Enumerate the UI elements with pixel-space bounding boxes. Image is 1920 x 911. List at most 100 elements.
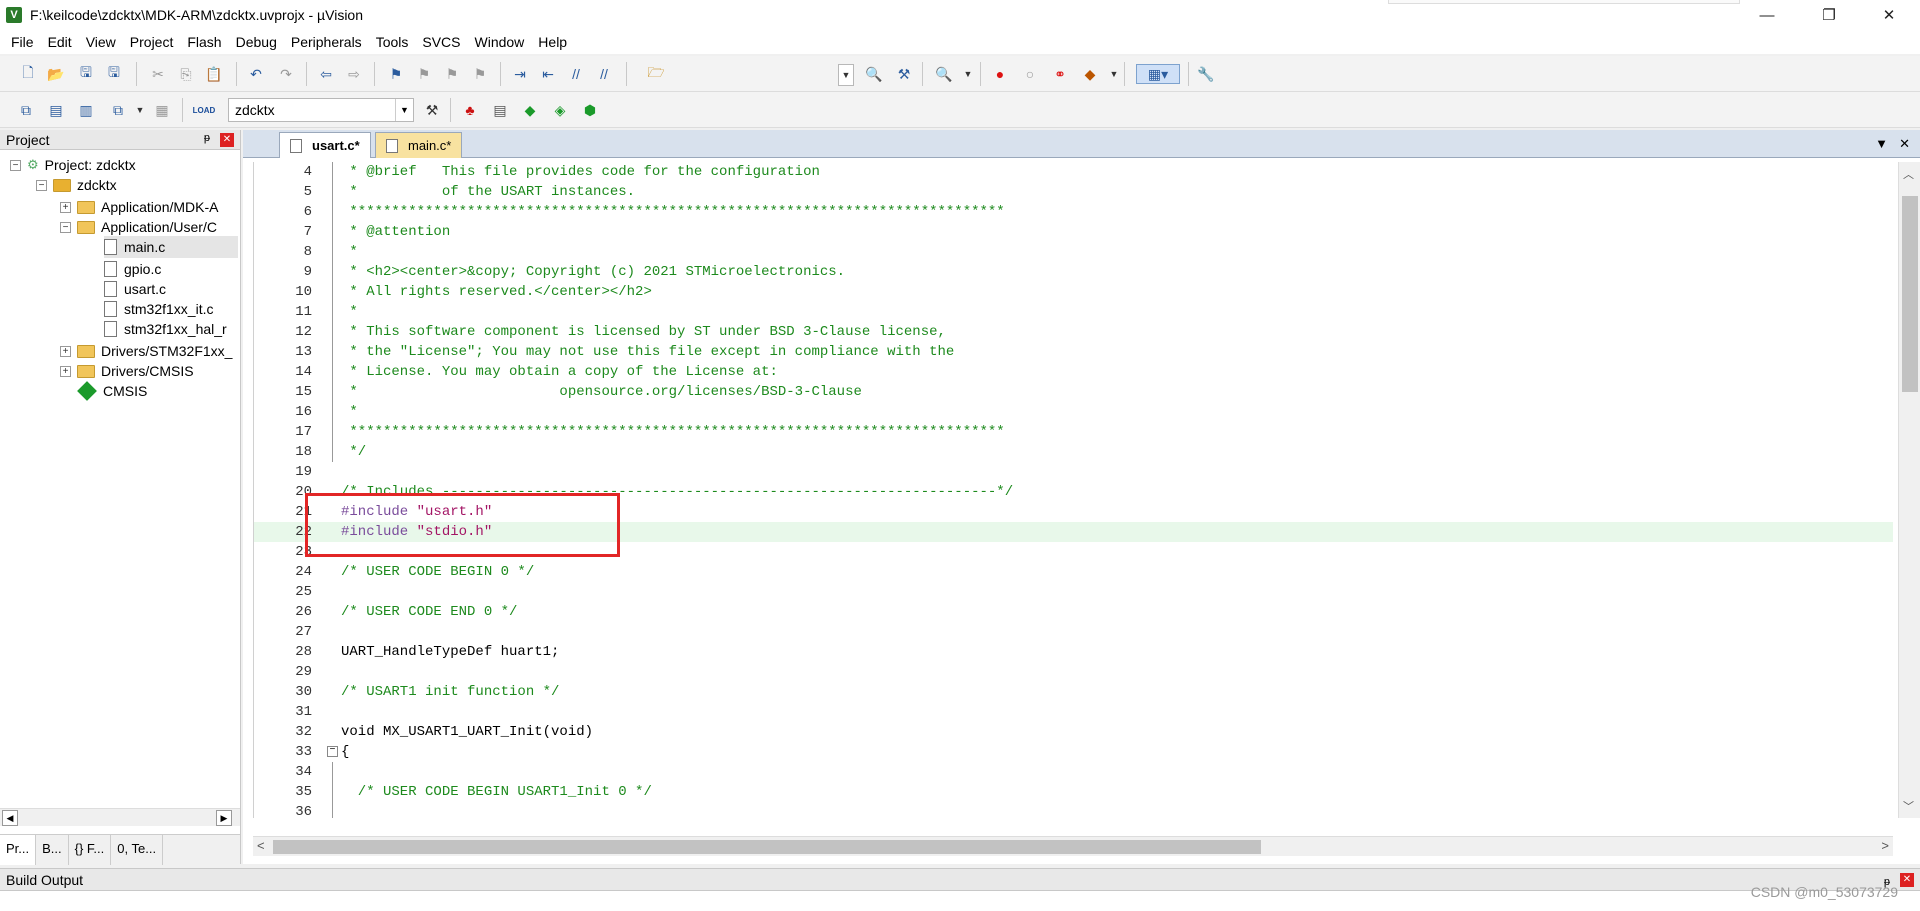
scroll-left-icon[interactable]: < (257, 838, 265, 853)
code-line[interactable]: 35 /* USER CODE BEGIN USART1_Init 0 */ (254, 782, 1893, 802)
code-line[interactable]: 30 /* USART1 init function */ (254, 682, 1893, 702)
find-dropdown[interactable]: ▼ (838, 64, 854, 86)
menu-window[interactable]: Window (468, 30, 532, 54)
undo-icon[interactable]: ↶ (246, 64, 266, 84)
navigate-forward-icon[interactable]: ⇨ (344, 64, 364, 84)
scroll-up-icon[interactable]: ︿ (1903, 166, 1914, 182)
breakpoint-disable-icon[interactable]: ○ (1020, 64, 1040, 84)
download-load-icon[interactable]: LOAD (193, 100, 216, 120)
code-line[interactable]: 20 /* Includes --------------------------… (254, 482, 1893, 502)
fold-collapse-icon[interactable]: − (327, 746, 338, 757)
menu-help[interactable]: Help (531, 30, 574, 54)
code-line[interactable]: 24 /* USER CODE BEGIN 0 */ (254, 562, 1893, 582)
batch-dropdown-icon[interactable]: ▼ (130, 100, 150, 120)
indent-icon[interactable]: ⇥ (510, 64, 530, 84)
menu-debug[interactable]: Debug (229, 30, 284, 54)
unindent-icon[interactable]: ⇤ (538, 64, 558, 84)
code-line[interactable]: 32 void MX_USART1_UART_Init(void) (254, 722, 1893, 742)
bookmark-toggle-icon[interactable]: ⚑ (386, 64, 406, 84)
menu-peripherals[interactable]: Peripherals (284, 30, 369, 54)
menu-file[interactable]: File (4, 30, 41, 54)
code-line[interactable]: 14 * License. You may obtain a copy of t… (254, 362, 1893, 382)
code-editor[interactable]: 4 * @brief This file provides code for t… (253, 162, 1893, 818)
tab-main-c[interactable]: main.c* (375, 132, 463, 158)
stop-build-icon[interactable]: ▦ (152, 100, 172, 120)
scroll-thumb[interactable] (1902, 196, 1918, 392)
menu-flash[interactable]: Flash (180, 30, 228, 54)
scroll-right-icon[interactable]: > (1881, 838, 1889, 853)
tab-project[interactable]: Pr... (0, 835, 37, 865)
tree-item-group[interactable]: + Application/MDK-A (60, 196, 219, 218)
code-line[interactable]: 22 #include "stdio.h" (254, 522, 1893, 542)
tree-item-target[interactable]: − zdcktx (36, 174, 117, 196)
menu-svcs[interactable]: SVCS (415, 30, 467, 54)
menu-project[interactable]: Project (123, 30, 181, 54)
expand-icon[interactable]: + (60, 345, 71, 357)
tab-templates[interactable]: 0, Te... (111, 835, 164, 865)
tree-item-group[interactable]: + Drivers/STM32F1xx_ (60, 340, 232, 362)
debug-session-icon[interactable]: 🔍 (934, 64, 954, 84)
code-line[interactable]: 27 (254, 622, 1893, 642)
tree-item-file[interactable]: usart.c (104, 278, 166, 300)
tab-usart-c[interactable]: usart.c* (279, 132, 371, 158)
tree-item-file[interactable]: gpio.c (104, 258, 161, 280)
menu-edit[interactable]: Edit (41, 30, 79, 54)
code-line[interactable]: 19 (254, 462, 1893, 482)
code-line[interactable]: 8 * (254, 242, 1893, 262)
debug-dropdown-icon[interactable]: ▼ (958, 64, 978, 84)
target-select[interactable]: zdcktx ▼ (228, 98, 414, 122)
breakpoint-insert-icon[interactable]: ● (990, 64, 1010, 84)
translate-icon[interactable]: ⧉ (16, 100, 36, 120)
editor-vertical-scrollbar[interactable]: ︿ ﹀ (1898, 162, 1920, 818)
collapse-icon[interactable]: − (60, 221, 71, 233)
code-line[interactable]: 16 * (254, 402, 1893, 422)
copy-icon[interactable]: ⎘ (176, 64, 196, 84)
code-line[interactable]: 21 #include "usart.h" (254, 502, 1893, 522)
select-packs-icon[interactable]: ◆ (520, 100, 540, 120)
code-line[interactable]: 31 (254, 702, 1893, 722)
code-line[interactable]: 33 −{ (254, 742, 1893, 762)
code-line[interactable]: 15 * opensource.org/licenses/BSD-3-Claus… (254, 382, 1893, 402)
save-icon[interactable]: 🖫 (76, 64, 96, 84)
code-line[interactable]: 18 */ (254, 442, 1893, 462)
file-extensions-icon[interactable]: ♣ (460, 100, 480, 120)
code-line[interactable]: 11 * (254, 302, 1893, 322)
code-line[interactable]: 28 UART_HandleTypeDef huart1; (254, 642, 1893, 662)
manage-project-items-icon[interactable]: ▤ (490, 100, 510, 120)
tree-item-group[interactable]: − Application/User/C (60, 216, 217, 238)
bookmark-clear-icon[interactable]: ⚑ (470, 64, 490, 84)
code-line[interactable]: 13 * the "License"; You may not use this… (254, 342, 1893, 362)
navigate-back-icon[interactable]: ⇦ (316, 64, 336, 84)
build-icon[interactable]: ▤ (46, 100, 66, 120)
pin-icon[interactable]: ᵽ (204, 132, 210, 144)
configuration-icon[interactable]: 🔧 (1196, 64, 1216, 84)
scroll-left-icon[interactable]: ◀ (2, 810, 18, 826)
rebuild-icon[interactable]: ▥ (76, 100, 96, 120)
code-line[interactable]: 7 * @attention (254, 222, 1893, 242)
find-icon[interactable]: 🔍 (864, 64, 884, 84)
editor-horizontal-scrollbar[interactable]: < > (253, 836, 1893, 856)
batch-build-icon[interactable]: ⧉ (108, 100, 128, 120)
target-options-icon[interactable]: ⚒ (422, 100, 442, 120)
tree-item-group[interactable]: + Drivers/CMSIS (60, 360, 194, 382)
tree-item-file[interactable]: main.c (104, 236, 238, 258)
tab-functions[interactable]: {} F... (69, 835, 112, 865)
tree-item-file[interactable]: stm32f1xx_it.c (104, 298, 213, 320)
tab-books[interactable]: B... (36, 835, 69, 865)
minimize-button[interactable]: — (1744, 0, 1790, 30)
code-line[interactable]: 10 * All rights reserved.</center></h2> (254, 282, 1893, 302)
bookmark-next-icon[interactable]: ⚑ (442, 64, 462, 84)
code-line[interactable]: 36 (254, 802, 1893, 818)
tree-item-component[interactable]: CMSIS (77, 380, 147, 402)
scroll-down-icon[interactable]: ﹀ (1903, 798, 1914, 814)
window-layout-icon[interactable]: ▦▾ (1136, 64, 1180, 84)
save-all-icon[interactable]: 🖫 (104, 64, 124, 84)
run-time-environment-icon[interactable]: ◈ (550, 100, 570, 120)
redo-icon[interactable]: ↷ (276, 64, 296, 84)
paste-icon[interactable]: 📋 (204, 64, 224, 84)
close-tab-icon[interactable]: ✕ (1899, 136, 1910, 152)
new-file-icon[interactable]: 🗋 (18, 64, 38, 84)
pack-installer-icon[interactable]: ⬢ (580, 100, 600, 120)
menu-view[interactable]: View (79, 30, 123, 54)
code-line[interactable]: 23 (254, 542, 1893, 562)
